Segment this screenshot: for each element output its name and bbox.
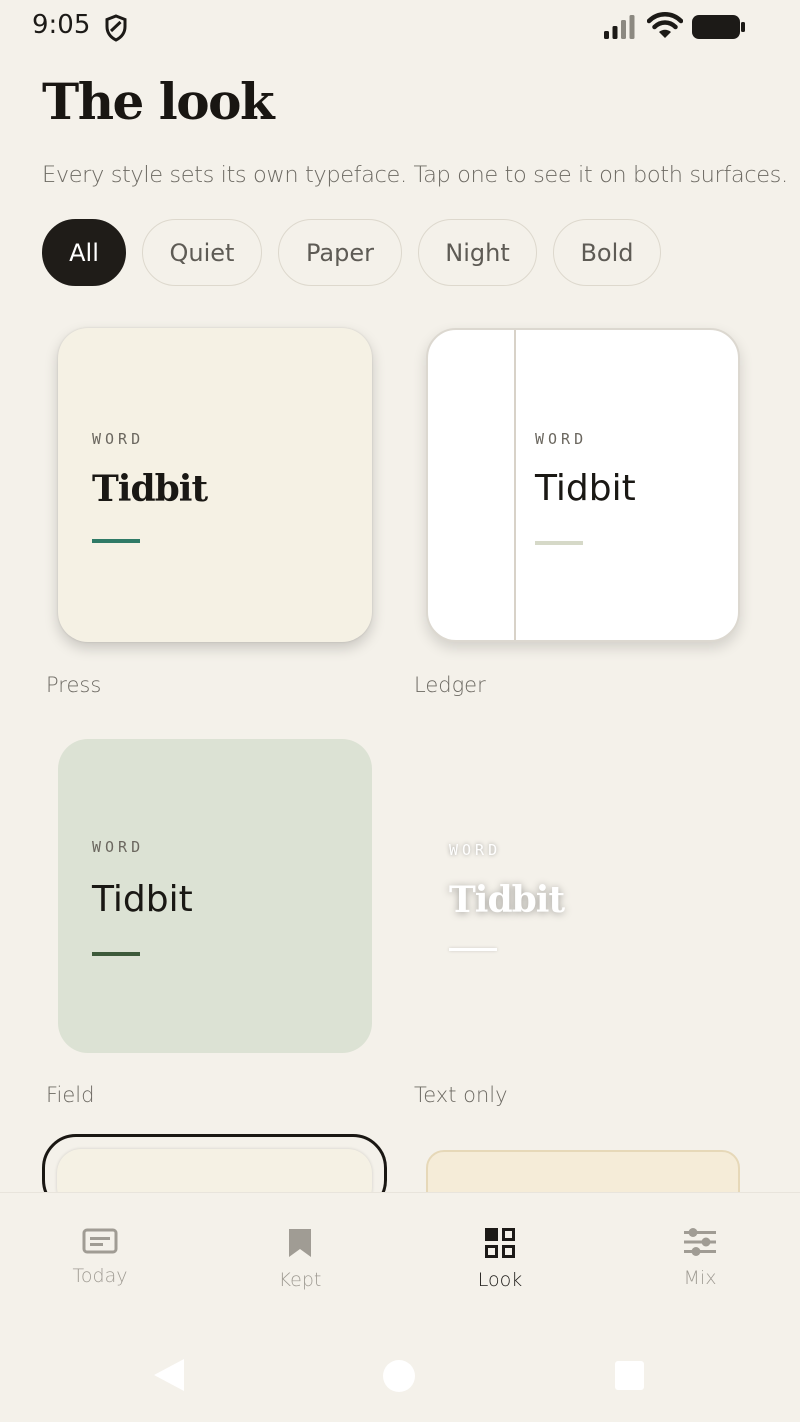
filter-chips: All Quiet Paper Night Bold xyxy=(42,219,661,286)
margin-rule xyxy=(514,330,516,640)
shield-icon xyxy=(105,14,127,42)
nav-look[interactable]: Look xyxy=(440,1227,560,1291)
chip-all[interactable]: All xyxy=(42,219,126,286)
chip-night[interactable]: Night xyxy=(418,219,537,286)
system-nav-bar xyxy=(0,1340,800,1412)
word-caption: WORD xyxy=(449,841,502,859)
nav-label: Today xyxy=(72,1265,128,1287)
chip-bold[interactable]: Bold xyxy=(553,219,661,286)
style-label-field: Field xyxy=(46,1083,95,1107)
nav-kept[interactable]: Kept xyxy=(240,1227,360,1291)
battery-icon xyxy=(692,15,745,39)
status-time: 9:05 xyxy=(32,10,91,40)
word-preview: Tidbit xyxy=(535,468,636,509)
word-caption: WORD xyxy=(92,838,145,856)
status-bar: 9:05 xyxy=(0,0,800,56)
accent-bar xyxy=(449,948,497,951)
recents-icon[interactable] xyxy=(615,1361,644,1390)
word-caption: WORD xyxy=(92,430,145,448)
word-preview: Tidbit xyxy=(449,879,565,921)
wifi-icon xyxy=(647,12,683,38)
word-preview: Tidbit xyxy=(92,879,193,920)
style-card-ledger[interactable]: WORD Tidbit xyxy=(426,328,740,642)
word-preview: Tidbit xyxy=(92,468,208,510)
back-icon[interactable] xyxy=(152,1357,186,1393)
nav-label: Mix xyxy=(683,1267,717,1289)
chip-paper[interactable]: Paper xyxy=(278,219,402,286)
page-title: The look xyxy=(42,72,275,131)
nav-label: Look xyxy=(477,1269,523,1291)
style-card-press[interactable]: WORD Tidbit xyxy=(58,328,372,642)
sliders-icon xyxy=(684,1228,716,1256)
home-icon[interactable] xyxy=(383,1360,415,1392)
style-label-text-only: Text only xyxy=(414,1083,508,1107)
chip-quiet[interactable]: Quiet xyxy=(142,219,262,286)
page-subtitle: Every style sets its own typeface. Tap o… xyxy=(42,162,788,188)
bookmark-icon xyxy=(289,1229,311,1257)
accent-bar xyxy=(535,541,583,545)
nav-label: Kept xyxy=(278,1269,322,1291)
style-label-press: Press xyxy=(46,673,102,697)
word-caption: WORD xyxy=(535,430,588,448)
signal-icon xyxy=(604,15,635,39)
accent-bar xyxy=(92,952,140,956)
grid-icon xyxy=(485,1228,515,1258)
style-card-field[interactable]: WORD Tidbit xyxy=(58,739,372,1053)
style-label-ledger: Ledger xyxy=(414,673,486,697)
style-card-text-only[interactable]: WORD Tidbit xyxy=(415,739,729,1053)
article-icon xyxy=(82,1228,118,1254)
nav-mix[interactable]: Mix xyxy=(640,1227,760,1289)
nav-today[interactable]: Today xyxy=(40,1227,160,1287)
accent-bar xyxy=(92,539,140,543)
